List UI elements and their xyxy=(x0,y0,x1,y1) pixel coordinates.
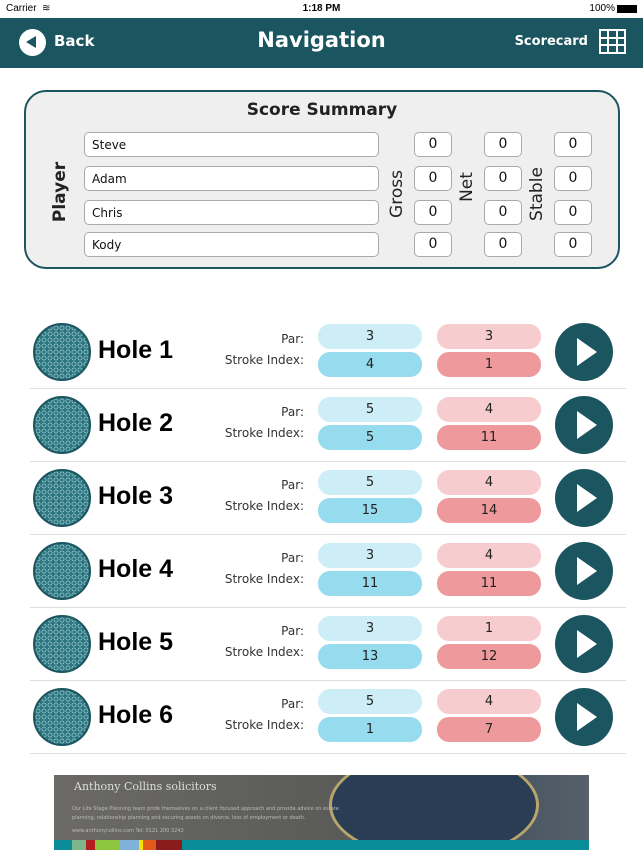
stable-score[interactable]: 0 xyxy=(554,200,592,225)
stroke-index-value-pink: 1 xyxy=(437,352,541,377)
hole-row: Hole 5 Par: Stroke Index: 3 13 1 12 xyxy=(30,608,626,681)
net-label: Net xyxy=(457,172,477,202)
par-value-pink: 4 xyxy=(437,470,541,495)
player-name-input[interactable]: Chris xyxy=(84,200,379,225)
par-value-blue: 3 xyxy=(318,324,422,349)
summary-title: Score Summary xyxy=(246,100,398,120)
par-value-blue: 5 xyxy=(318,689,422,714)
net-score[interactable]: 0 xyxy=(484,132,522,157)
golf-ball-icon xyxy=(33,688,91,746)
play-hole-button[interactable] xyxy=(555,615,613,673)
nav-bar: Back Navigation Scorecard xyxy=(0,18,643,68)
stroke-index-value-pink: 11 xyxy=(437,571,541,596)
par-value-pink: 3 xyxy=(437,324,541,349)
compass-image xyxy=(329,775,539,850)
player-label: Player xyxy=(50,161,70,223)
par-value-blue: 3 xyxy=(318,543,422,568)
stroke-index-label: Stroke Index: xyxy=(224,572,304,586)
stroke-index-label: Stroke Index: xyxy=(224,645,304,659)
advertisement-banner[interactable]: Anthony Collins solicitors Our Life Stag… xyxy=(54,775,589,850)
stroke-index-value-pink: 11 xyxy=(437,425,541,450)
stroke-index-label: Stroke Index: xyxy=(224,353,304,367)
stroke-index-value-blue: 13 xyxy=(318,644,422,669)
scorecard-label: Scorecard xyxy=(514,34,588,49)
ad-contact: www.anthonycollins.com Tel: 0121 200 324… xyxy=(72,828,184,834)
stroke-index-value-blue: 15 xyxy=(318,498,422,523)
battery-level: 100% xyxy=(589,3,615,14)
hole-name: Hole 3 xyxy=(98,482,174,510)
par-value-pink: 4 xyxy=(437,543,541,568)
color-stripe xyxy=(54,840,589,850)
par-label: Par: xyxy=(281,624,304,638)
time: 1:18 PM xyxy=(302,3,341,14)
player-name-input[interactable]: Kody xyxy=(84,232,379,257)
status-bar: Carrier ≋ 1:18 PM 100% xyxy=(0,0,643,18)
play-hole-button[interactable] xyxy=(555,688,613,746)
stroke-index-value-blue: 4 xyxy=(318,352,422,377)
stroke-index-label: Stroke Index: xyxy=(224,426,304,440)
stroke-index-label: Stroke Index: xyxy=(224,499,304,513)
golf-ball-icon xyxy=(33,323,91,381)
par-label: Par: xyxy=(281,551,304,565)
stable-score[interactable]: 0 xyxy=(554,132,592,157)
par-value-blue: 3 xyxy=(318,616,422,641)
score-summary: Score Summary Player Gross Net Stable St… xyxy=(24,90,620,269)
hole-row: Hole 2 Par: Stroke Index: 5 5 4 11 xyxy=(30,389,626,462)
par-value-blue: 5 xyxy=(318,470,422,495)
player-name-input[interactable]: Adam xyxy=(84,166,379,191)
gross-label: Gross xyxy=(387,170,407,218)
par-value-pink: 4 xyxy=(437,397,541,422)
stroke-index-value-blue: 5 xyxy=(318,425,422,450)
hole-row: Hole 4 Par: Stroke Index: 3 11 4 11 xyxy=(30,535,626,608)
play-hole-button[interactable] xyxy=(555,396,613,454)
net-score[interactable]: 0 xyxy=(484,232,522,257)
stroke-index-value-blue: 1 xyxy=(318,717,422,742)
battery-icon xyxy=(617,5,637,13)
stable-score[interactable]: 0 xyxy=(554,232,592,257)
gross-score[interactable]: 0 xyxy=(414,232,452,257)
gross-score[interactable]: 0 xyxy=(414,166,452,191)
par-label: Par: xyxy=(281,697,304,711)
par-label: Par: xyxy=(281,405,304,419)
stroke-index-value-pink: 7 xyxy=(437,717,541,742)
stroke-index-value-pink: 14 xyxy=(437,498,541,523)
hole-name: Hole 2 xyxy=(98,409,174,437)
player-name-input[interactable]: Steve xyxy=(84,132,379,157)
hole-name: Hole 1 xyxy=(98,336,174,364)
grid-icon xyxy=(599,29,626,54)
ad-logo: Anthony Collins solicitors xyxy=(74,780,217,793)
stable-label: Stable xyxy=(527,167,547,221)
stroke-index-value-blue: 11 xyxy=(318,571,422,596)
par-label: Par: xyxy=(281,332,304,346)
hole-row: Hole 6 Par: Stroke Index: 5 1 4 7 xyxy=(30,681,626,754)
par-value-pink: 4 xyxy=(437,689,541,714)
net-score[interactable]: 0 xyxy=(484,200,522,225)
golf-ball-icon xyxy=(33,542,91,600)
par-label: Par: xyxy=(281,478,304,492)
hole-name: Hole 5 xyxy=(98,628,174,656)
hole-row: Hole 3 Par: Stroke Index: 5 15 4 14 xyxy=(30,462,626,535)
play-hole-button[interactable] xyxy=(555,323,613,381)
ad-text: Our Life Stage Planning team pride thems… xyxy=(72,806,339,821)
hole-row: Hole 1 Par: Stroke Index: 3 4 3 1 xyxy=(30,316,626,389)
stroke-index-label: Stroke Index: xyxy=(224,718,304,732)
play-hole-button[interactable] xyxy=(555,469,613,527)
golf-ball-icon xyxy=(33,615,91,673)
stroke-index-value-pink: 12 xyxy=(437,644,541,669)
play-hole-button[interactable] xyxy=(555,542,613,600)
stable-score[interactable]: 0 xyxy=(554,166,592,191)
gross-score[interactable]: 0 xyxy=(414,132,452,157)
net-score[interactable]: 0 xyxy=(484,166,522,191)
par-value-blue: 5 xyxy=(318,397,422,422)
hole-name: Hole 6 xyxy=(98,701,174,729)
golf-ball-icon xyxy=(33,396,91,454)
par-value-pink: 1 xyxy=(437,616,541,641)
gross-score[interactable]: 0 xyxy=(414,200,452,225)
golf-ball-icon xyxy=(33,469,91,527)
hole-name: Hole 4 xyxy=(98,555,174,583)
